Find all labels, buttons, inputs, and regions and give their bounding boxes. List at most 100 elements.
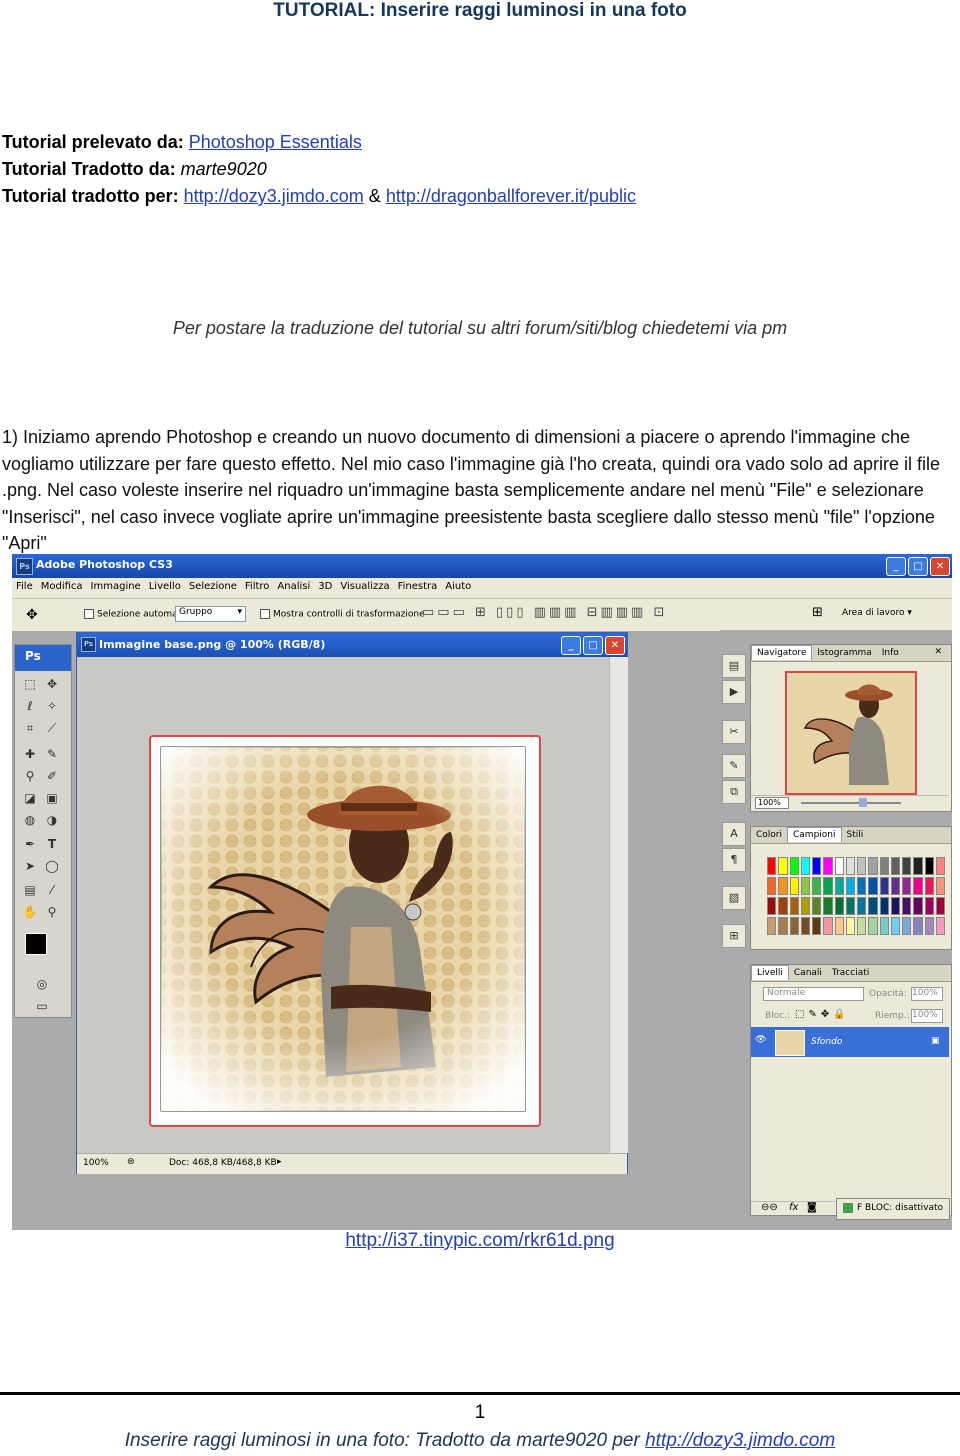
color-swatch[interactable] [778,877,788,895]
tab-canali[interactable]: Canali [789,966,827,980]
color-swatch[interactable] [868,897,878,915]
tab-colori[interactable]: Colori [751,828,787,842]
eraser-tool-icon[interactable]: ◪ [21,789,39,807]
shape-tool-icon[interactable]: ◯ [43,857,61,875]
move-tool-icon[interactable]: ✥ [43,675,61,693]
doc-minimize-icon[interactable]: _ [561,636,581,655]
color-swatch[interactable] [879,877,889,895]
image-source-link[interactable]: http://i37.tinypic.com/rkr61d.png [0,1230,960,1252]
menu-aiuto[interactable]: Aiuto [441,578,475,592]
color-swatch[interactable] [924,917,934,935]
link-layers-icon[interactable]: ⊖⊖ [761,1202,778,1213]
color-swatch[interactable] [767,897,777,915]
tab-istogramma[interactable]: Istogramma [812,646,876,660]
fx-icon[interactable]: fx [789,1202,798,1213]
close-icon[interactable]: ✕ [930,557,950,576]
lasso-tool-icon[interactable]: ℓ [21,697,39,715]
color-swatch[interactable] [913,877,923,895]
history-icon[interactable]: ▤ [722,654,746,678]
color-swatch[interactable] [913,917,923,935]
color-swatch[interactable] [879,917,889,935]
color-swatch[interactable] [935,877,945,895]
color-swatch[interactable] [857,897,867,915]
color-swatch[interactable] [834,857,844,875]
color-swatch[interactable] [902,897,912,915]
foreground-color-swatch[interactable] [25,933,47,955]
navigator-zoom-slider[interactable] [801,802,901,804]
tab-livelli[interactable]: Livelli [751,965,789,980]
color-swatch[interactable] [800,857,810,875]
photoshop-essentials-link[interactable]: Photoshop Essentials [189,132,362,152]
vertical-scrollbar[interactable] [609,657,628,1153]
zoom-level[interactable]: 100% [83,1158,109,1168]
color-swatch[interactable] [879,897,889,915]
color-swatch[interactable] [879,857,889,875]
color-swatch[interactable] [902,917,912,935]
clone-source-icon[interactable]: ⧉ [722,780,746,804]
status-menu-icon[interactable]: ⊜ [127,1157,135,1167]
dozy3-link[interactable]: http://dozy3.jimdo.com [184,186,364,206]
quick-mask-icon[interactable]: ◎ [33,975,51,993]
color-swatch[interactable] [778,857,788,875]
color-swatch[interactable] [857,917,867,935]
navigator-zoom-input[interactable]: 100% [755,797,789,809]
lock-icons[interactable]: ⬚✎✥🔒 [795,1009,850,1020]
tab-stili[interactable]: Stili [842,828,869,842]
color-swatch[interactable] [834,877,844,895]
color-swatch[interactable] [812,857,822,875]
transform-controls-option[interactable]: Mostra controlli di trasformazione [260,609,425,620]
menu-visualizza[interactable]: Visualizza [336,578,393,592]
fill-input[interactable]: 100% [911,1009,943,1023]
transform-checkbox[interactable] [260,609,270,619]
menu-selezione[interactable]: Selezione [185,578,241,592]
color-swatch[interactable] [778,897,788,915]
color-swatch[interactable] [834,917,844,935]
group-select[interactable]: Gruppo ▾ [175,606,246,622]
crop-tool-icon[interactable]: ⌗ [21,719,39,737]
color-swatch[interactable] [812,877,822,895]
layer-row-sfondo[interactable]: 👁 Sfondo ▣ [751,1027,949,1057]
paragraph-icon[interactable]: ¶ [722,848,746,872]
workspace-icon[interactable]: ⊞ [812,605,823,620]
color-swatch[interactable] [789,897,799,915]
menu-filtro[interactable]: Filtro [241,578,274,592]
color-swatch[interactable] [800,877,810,895]
color-swatch[interactable] [902,857,912,875]
color-swatch[interactable] [800,917,810,935]
color-swatch[interactable] [789,857,799,875]
dodge-tool-icon[interactable]: ◑ [43,811,61,829]
screen-mode-icon[interactable]: ▭ [33,997,51,1015]
color-swatch[interactable] [924,877,934,895]
menu-modifica[interactable]: Modifica [37,578,87,592]
hand-tool-icon[interactable]: ✋ [21,903,39,921]
color-swatch[interactable] [890,917,900,935]
color-swatch[interactable] [868,877,878,895]
tab-campioni[interactable]: Campioni [787,827,842,842]
color-swatch[interactable] [789,917,799,935]
color-swatch[interactable] [890,877,900,895]
healing-brush-icon[interactable]: ✚ [21,745,39,763]
color-swatch[interactable] [924,897,934,915]
tab-navigator[interactable]: Navigatore [751,645,813,660]
color-swatch[interactable] [778,917,788,935]
type-tool-icon[interactable]: T [43,835,61,853]
eyedropper-icon[interactable]: ⁄ [43,881,61,899]
actions-icon[interactable]: ▶ [722,680,746,704]
menu-immagine[interactable]: Immagine [87,578,145,592]
swatch-grid[interactable] [767,857,945,935]
move-tool-icon[interactable]: ✥ [26,607,38,623]
tab-info[interactable]: Info [877,646,904,660]
color-swatch[interactable] [913,897,923,915]
mask-icon[interactable]: ◙ [807,1202,817,1213]
notes-tool-icon[interactable]: ▤ [21,881,39,899]
zoom-slider-thumb[interactable] [859,798,867,807]
menu-livello[interactable]: Livello [145,578,185,592]
color-swatch[interactable] [789,877,799,895]
color-swatch[interactable] [902,877,912,895]
color-swatch[interactable] [823,897,833,915]
color-swatch[interactable] [845,897,855,915]
minimize-icon[interactable]: _ [886,557,906,576]
dragonballforever-link[interactable]: http://dragonballforever.it/public [386,186,636,206]
menu-3d[interactable]: 3D [314,578,336,592]
color-swatch[interactable] [935,897,945,915]
